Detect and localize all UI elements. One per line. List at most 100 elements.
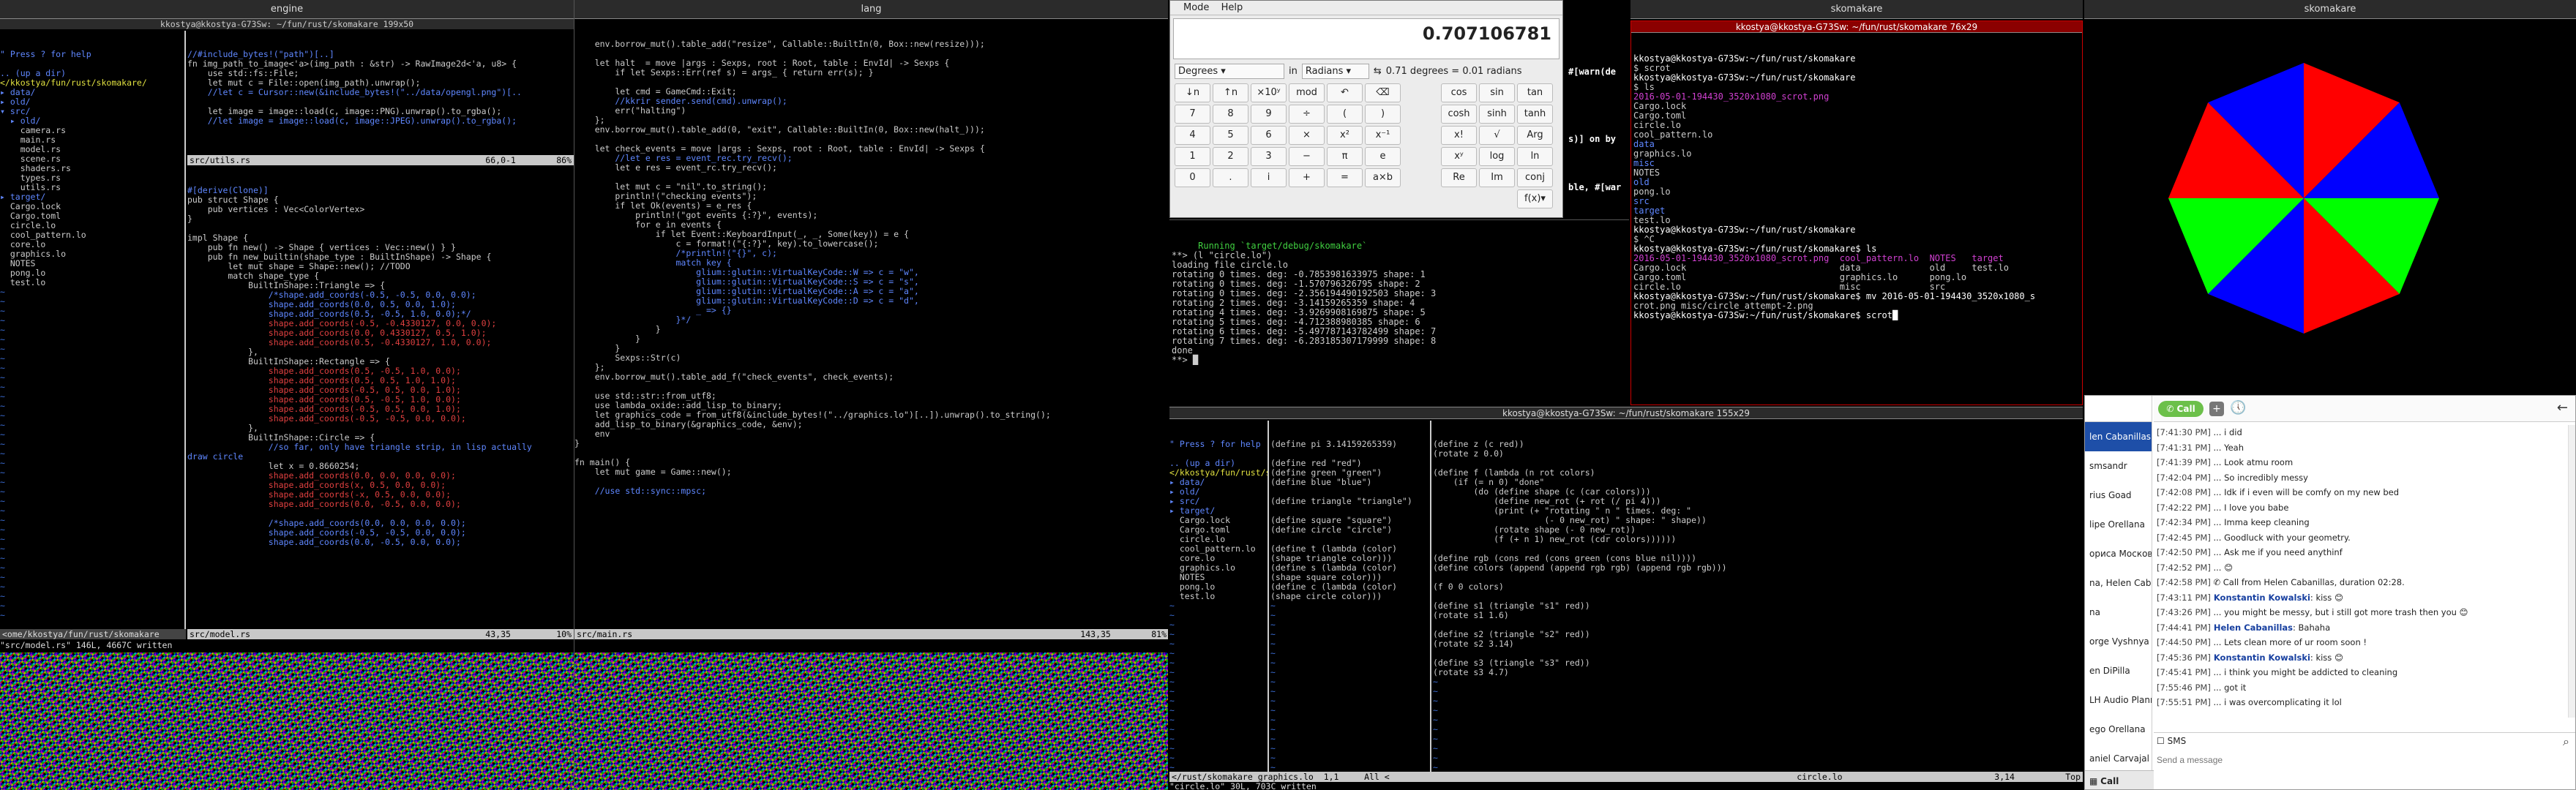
search-icon[interactable]: ⌕	[2563, 734, 2569, 749]
top-terminal-title[interactable]: kkostya@kkostya-G73Sw: ~/fun/rust/skomak…	[1631, 21, 2082, 33]
calc-key[interactable]: 8	[1213, 105, 1248, 124]
lang-window-title[interactable]: lang	[574, 0, 1168, 19]
contact-item[interactable]: en DiPilla	[2085, 656, 2152, 685]
model-code[interactable]: #[derive(Clone)] pub struct Shape { pub v…	[187, 186, 574, 547]
contact-item[interactable]: ego Orellana	[2085, 715, 2152, 744]
calc-key[interactable]: 1	[1175, 147, 1210, 166]
calc-key[interactable]: 7	[1175, 105, 1210, 124]
contact-item[interactable]: LH Audio Planning	[2085, 685, 2152, 715]
engine-window-title[interactable]: engine	[0, 0, 574, 19]
contact-item[interactable]: smsandr	[2085, 451, 2152, 481]
contact-item[interactable]: lipe Orellana	[2085, 510, 2152, 539]
back-arrow-icon[interactable]: ←	[2557, 400, 2568, 415]
menu-help[interactable]: Help	[1221, 2, 1243, 13]
lang-editor[interactable]: env.borrow_mut().table_add("resize", Cal…	[574, 20, 1168, 628]
run-output-terminal[interactable]: Running `target/debug/skomakare` **> (l "…	[1169, 219, 1629, 402]
calc-key[interactable]: π	[1327, 147, 1363, 166]
calc-key[interactable]: cosh	[1441, 105, 1477, 124]
calc-key[interactable]: 2	[1213, 147, 1248, 166]
lang-code[interactable]: env.borrow_mut().table_add("resize", Cal…	[574, 40, 1168, 496]
contact-item[interactable]: len Cabanillas	[2085, 422, 2152, 451]
calc-key[interactable]: ÷	[1289, 105, 1325, 124]
calc-key[interactable]: Im	[1479, 168, 1515, 187]
top-terminal-body[interactable]: kkostya@kkostya-G73Sw:~/fun/rust/skomaka…	[1631, 33, 2082, 342]
calc-key[interactable]: +	[1289, 168, 1325, 187]
model-editor[interactable]: #[derive(Clone)] pub struct Shape { pub v…	[187, 167, 574, 629]
calc-key[interactable]: x!	[1441, 126, 1477, 145]
calc-key[interactable]: sin	[1479, 83, 1515, 102]
contact-item[interactable]: aniel Carvajal	[2085, 744, 2152, 773]
history-icon[interactable]: 🕔	[2230, 400, 2246, 415]
call-button[interactable]: ✆ Call	[2158, 401, 2204, 417]
lisp-file-tree[interactable]: " Press ? for help.. (up a dir) </kkostya…	[1169, 421, 1269, 772]
calc-key[interactable]: Re	[1441, 168, 1477, 187]
calc-key[interactable]: a×b	[1365, 168, 1401, 187]
contact-item[interactable]: rius Goad	[2085, 481, 2152, 510]
to-unit-select[interactable]: Radians ▾	[1301, 64, 1369, 79]
calc-key[interactable]: ↶	[1327, 83, 1363, 102]
calc-key[interactable]: cos	[1441, 83, 1477, 102]
calc-key[interactable]: 9	[1251, 105, 1287, 124]
calc-key[interactable]: 0	[1175, 168, 1210, 187]
calc-key[interactable]: i	[1251, 168, 1287, 187]
add-participant-button[interactable]: +	[2209, 402, 2224, 416]
send-message-input[interactable]	[2157, 752, 2552, 768]
calc-key[interactable]: −	[1289, 147, 1325, 166]
calc-key[interactable]: sinh	[1479, 105, 1515, 124]
sms-checkbox[interactable]: ☐	[2157, 736, 2165, 746]
calc-key[interactable]: ×	[1289, 126, 1325, 145]
graphics-lo-code[interactable]: (define pi 3.14159265359) (define red "re…	[1270, 440, 1430, 772]
swap-units-icon[interactable]: ⇆	[1374, 66, 1382, 77]
calc-key[interactable]: ↓n	[1175, 83, 1210, 102]
calc-key-function-menu[interactable]: f(x)▾	[1517, 189, 1553, 208]
calc-key[interactable]: conj	[1517, 168, 1553, 187]
calc-key[interactable]: ×10ʸ	[1251, 83, 1287, 102]
calc-key[interactable]: .	[1213, 168, 1248, 187]
contact-item[interactable]: na, Helen Cabanillas	[2085, 568, 2152, 598]
sms-option[interactable]: ☐ SMS	[2157, 736, 2186, 746]
calc-key[interactable]: √	[1479, 126, 1515, 145]
utils-code[interactable]: //#include_bytes!("path")[..] fn img_path…	[187, 50, 574, 126]
call-phones-bar[interactable]: ▦ Call Phones	[2085, 770, 2154, 789]
calc-key[interactable]: mod	[1289, 83, 1325, 102]
contact-item[interactable]: ориса Московчук	[2085, 539, 2152, 568]
message-history[interactable]: [7:41:30 PM] ... i did [7:41:31 PM] ... Y…	[2154, 425, 2568, 718]
skomakare-tab-title[interactable]: skomakare	[1831, 4, 1883, 15]
message-timestamp: [7:44:50 PM]	[2157, 637, 2211, 647]
calc-key[interactable]: x²	[1327, 126, 1363, 145]
contact-item[interactable]: na	[2085, 598, 2152, 627]
calc-key[interactable]: =	[1327, 168, 1363, 187]
calc-key[interactable]: tan	[1517, 83, 1553, 102]
graphics-lo-editor[interactable]: (define pi 3.14159265359) (define red "re…	[1270, 421, 1431, 772]
contact-item[interactable]: orge Vyshnya	[2085, 627, 2152, 656]
calc-key[interactable]: e	[1365, 147, 1401, 166]
calc-key[interactable]: )	[1365, 105, 1401, 124]
bottom-terminal-title[interactable]: kkostya@kkostya-G73Sw: ~/fun/rust/skomak…	[1169, 407, 2083, 419]
circle-lo-code[interactable]: (define z (c red)) (rotate z 0.0) (define …	[1433, 440, 2083, 772]
engine-tree-list[interactable]: " Press ? for help.. (up a dir) </kkostya…	[0, 50, 184, 620]
calc-key[interactable]: tanh	[1517, 105, 1553, 124]
scrollbar[interactable]	[2568, 425, 2575, 718]
calc-key[interactable]: 3	[1251, 147, 1287, 166]
message-timestamp: [7:42:22 PM]	[2157, 502, 2211, 513]
calc-key[interactable]: ↑n	[1213, 83, 1248, 102]
calc-key[interactable]: 4	[1175, 126, 1210, 145]
engine-file-tree[interactable]: " Press ? for help.. (up a dir) </kkostya…	[0, 31, 186, 629]
utils-editor[interactable]: //#include_bytes!("path")[..] fn img_path…	[187, 31, 574, 155]
circle-lo-editor[interactable]: (define z (c red)) (rotate z 0.0) (define …	[1433, 421, 2083, 772]
skomakare-window-title[interactable]: skomakare	[2084, 0, 2576, 19]
calc-key[interactable]: Arg	[1517, 126, 1553, 145]
contacts[interactable]: len Cabanillas smsandr rius Goad lipe Orell…	[2085, 422, 2152, 773]
contact-list[interactable]: len Cabanillas smsandr rius Goad lipe Orell…	[2085, 396, 2152, 789]
calc-key[interactable]: ln	[1517, 147, 1553, 166]
from-unit-select[interactable]: Degrees ▾	[1175, 64, 1284, 79]
calc-key[interactable]: 5	[1213, 126, 1248, 145]
calc-key[interactable]: (	[1327, 105, 1363, 124]
lisp-tree-list[interactable]: " Press ? for help.. (up a dir) </kkostya…	[1169, 440, 1268, 772]
calc-key[interactable]: ⌫	[1365, 83, 1401, 102]
calc-key[interactable]: x⁻¹	[1365, 126, 1401, 145]
calc-key[interactable]: 6	[1251, 126, 1287, 145]
calc-key[interactable]: log	[1479, 147, 1515, 166]
menu-mode[interactable]: Mode	[1183, 2, 1209, 13]
calc-key[interactable]: xʸ	[1441, 147, 1477, 166]
